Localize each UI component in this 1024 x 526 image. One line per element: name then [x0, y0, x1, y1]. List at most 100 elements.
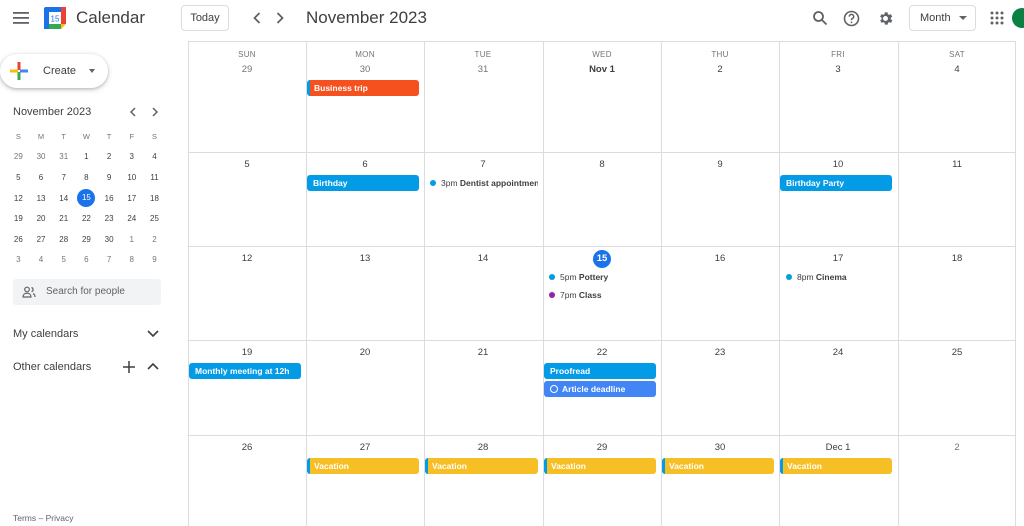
- day-number[interactable]: 11: [898, 159, 1016, 170]
- day-number[interactable]: 2: [661, 64, 779, 75]
- day-number[interactable]: 22: [543, 347, 661, 358]
- task-article-deadline[interactable]: Article deadline: [544, 381, 656, 397]
- mini-calendar-prev-button[interactable]: [122, 101, 144, 123]
- day-number[interactable]: 26: [188, 442, 306, 453]
- mini-day[interactable]: 31: [52, 152, 75, 161]
- event-proofread[interactable]: Proofread: [544, 363, 656, 379]
- mini-calendar-next-button[interactable]: [144, 101, 166, 123]
- mini-day[interactable]: 4: [143, 152, 166, 161]
- main-menu-button[interactable]: [8, 5, 34, 31]
- day-number[interactable]: 5: [188, 159, 306, 170]
- day-number[interactable]: 31: [424, 64, 542, 75]
- other-calendars-header[interactable]: Other calendars: [13, 361, 91, 373]
- apps-button[interactable]: [984, 5, 1010, 31]
- account-avatar[interactable]: [1012, 8, 1024, 28]
- mini-day[interactable]: 6: [30, 173, 53, 182]
- mini-day[interactable]: 7: [52, 173, 75, 182]
- day-number[interactable]: 28: [424, 442, 542, 453]
- event-business-trip[interactable]: Business trip: [307, 80, 419, 96]
- mini-day[interactable]: 5: [7, 173, 30, 182]
- day-number[interactable]: Dec 1: [779, 442, 897, 453]
- day-number[interactable]: 18: [898, 253, 1016, 264]
- today-day-number[interactable]: 15: [593, 250, 611, 268]
- mini-day[interactable]: 19: [7, 214, 30, 223]
- mini-day[interactable]: 3: [7, 255, 30, 264]
- view-selector[interactable]: Month: [909, 5, 976, 31]
- mini-day[interactable]: 22: [75, 214, 98, 223]
- day-number[interactable]: 29: [188, 64, 306, 75]
- event-cinema[interactable]: 8pm Cinema: [786, 270, 894, 284]
- mini-day[interactable]: 8: [120, 255, 143, 264]
- mini-day[interactable]: 10: [120, 173, 143, 182]
- day-number[interactable]: 4: [898, 64, 1016, 75]
- mini-day[interactable]: 11: [143, 173, 166, 182]
- day-number[interactable]: 24: [779, 347, 897, 358]
- day-number[interactable]: 29: [543, 442, 661, 453]
- mini-day[interactable]: 27: [30, 235, 53, 244]
- next-period-button[interactable]: [267, 5, 293, 31]
- mini-day[interactable]: 17: [120, 194, 143, 203]
- day-number[interactable]: 23: [661, 347, 779, 358]
- mini-day[interactable]: 1: [120, 235, 143, 244]
- mini-day[interactable]: 24: [120, 214, 143, 223]
- mini-day[interactable]: 21: [52, 214, 75, 223]
- day-number[interactable]: 14: [424, 253, 542, 264]
- day-number[interactable]: 2: [898, 442, 1016, 453]
- chevron-down-icon[interactable]: [145, 327, 161, 341]
- day-number[interactable]: 7: [424, 159, 542, 170]
- mini-day[interactable]: 12: [7, 194, 30, 203]
- day-number[interactable]: 20: [306, 347, 424, 358]
- day-number[interactable]: 8: [543, 159, 661, 170]
- event-vacation[interactable]: Vacation: [425, 458, 538, 474]
- mini-day[interactable]: 25: [143, 214, 166, 223]
- mini-day[interactable]: 7: [98, 255, 121, 264]
- mini-day[interactable]: 6: [75, 255, 98, 264]
- event-vacation[interactable]: Vacation: [544, 458, 656, 474]
- mini-day[interactable]: 8: [75, 173, 98, 182]
- day-number[interactable]: Nov 1: [543, 64, 661, 75]
- day-number[interactable]: 3: [779, 64, 897, 75]
- day-number[interactable]: 9: [661, 159, 779, 170]
- day-number[interactable]: 13: [306, 253, 424, 264]
- help-button[interactable]: [838, 5, 864, 31]
- mini-day[interactable]: 30: [98, 235, 121, 244]
- mini-day[interactable]: 23: [98, 214, 121, 223]
- mini-day[interactable]: 3: [120, 152, 143, 161]
- mini-day[interactable]: 18: [143, 194, 166, 203]
- mini-day[interactable]: 15: [75, 189, 98, 208]
- day-number[interactable]: 12: [188, 253, 306, 264]
- mini-day[interactable]: 29: [75, 235, 98, 244]
- event-vacation[interactable]: Vacation: [780, 458, 892, 474]
- day-number[interactable]: 10: [779, 159, 897, 170]
- day-number[interactable]: 19: [188, 347, 306, 358]
- event-birthday-party[interactable]: Birthday Party: [780, 175, 892, 191]
- add-other-calendar-icon[interactable]: [121, 360, 137, 374]
- day-number[interactable]: 6: [306, 159, 424, 170]
- today-button[interactable]: Today: [181, 5, 229, 31]
- day-number[interactable]: 30: [661, 442, 779, 453]
- mini-day[interactable]: 13: [30, 194, 53, 203]
- event-class[interactable]: 7pm Class: [549, 288, 657, 302]
- mini-day[interactable]: 2: [143, 235, 166, 244]
- mini-day[interactable]: 29: [7, 152, 30, 161]
- search-people-field[interactable]: Search for people: [13, 279, 161, 305]
- settings-button[interactable]: [872, 5, 898, 31]
- day-number[interactable]: 17: [779, 253, 897, 264]
- chevron-up-icon[interactable]: [145, 360, 161, 374]
- privacy-link[interactable]: Privacy: [46, 513, 74, 523]
- create-button[interactable]: Create: [0, 54, 108, 88]
- event-vacation[interactable]: Vacation: [307, 458, 419, 474]
- mini-day[interactable]: 2: [98, 152, 121, 161]
- mini-day[interactable]: 30: [30, 152, 53, 161]
- terms-link[interactable]: Terms: [13, 513, 36, 523]
- mini-day[interactable]: 28: [52, 235, 75, 244]
- event-monthly-meeting[interactable]: Monthly meeting at 12h: [189, 363, 301, 379]
- mini-day[interactable]: 4: [30, 255, 53, 264]
- event-pottery[interactable]: 5pm Pottery: [549, 270, 657, 284]
- mini-day[interactable]: 1: [75, 152, 98, 161]
- mini-day[interactable]: 5: [52, 255, 75, 264]
- mini-day[interactable]: 9: [143, 255, 166, 264]
- mini-day[interactable]: 26: [7, 235, 30, 244]
- day-number[interactable]: 30: [306, 64, 424, 75]
- day-number[interactable]: 27: [306, 442, 424, 453]
